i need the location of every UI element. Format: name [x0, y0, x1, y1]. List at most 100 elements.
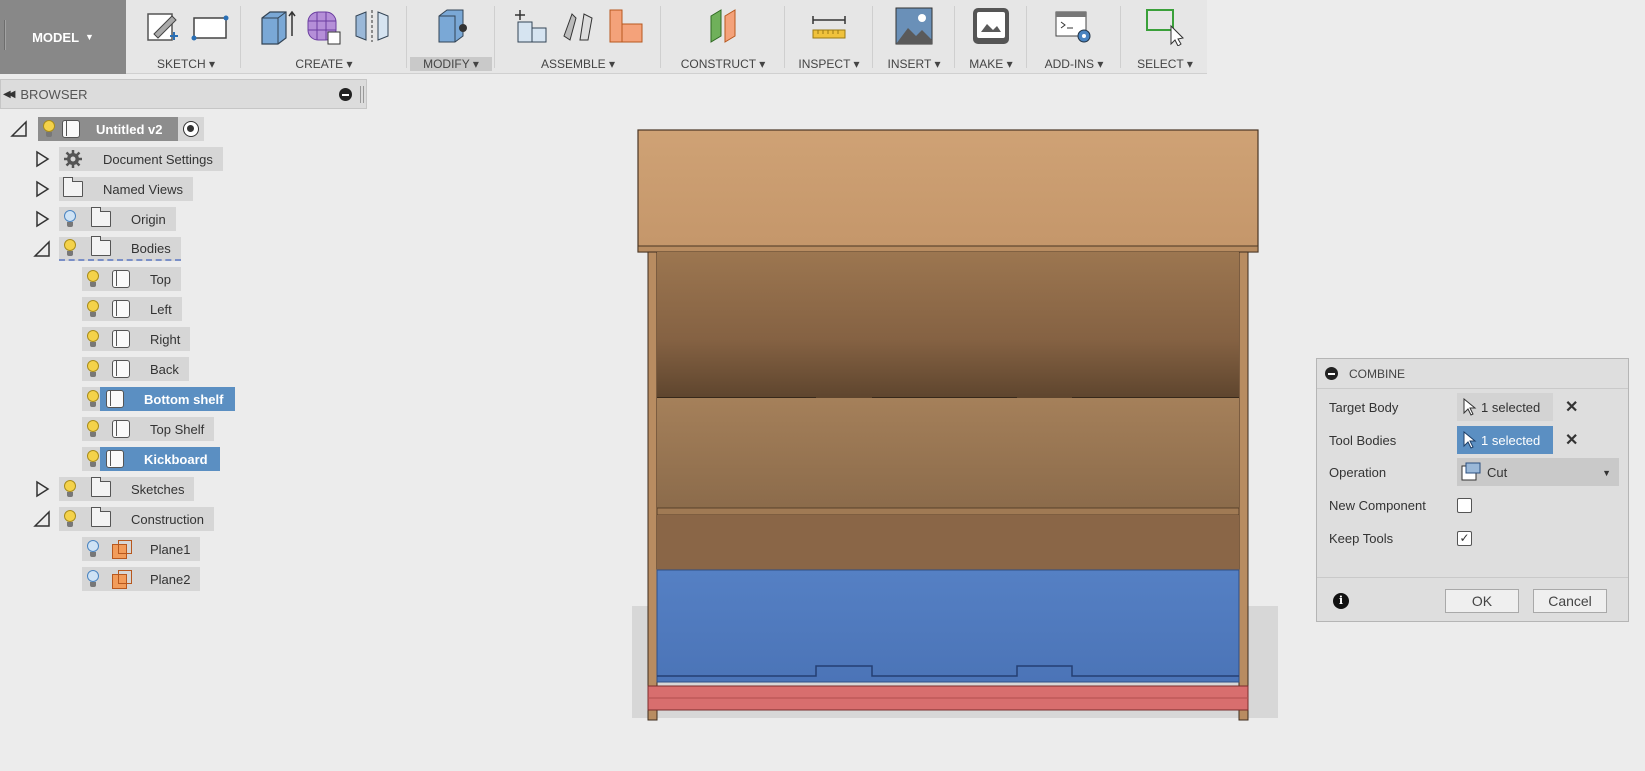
form-icon[interactable] [304, 6, 344, 46]
activate-component-icon[interactable] [183, 121, 200, 137]
visibility-bulb-icon[interactable] [63, 210, 77, 228]
3d-print-icon[interactable] [971, 6, 1011, 46]
browser-root-node[interactable]: Untitled v2 [10, 117, 205, 141]
collapsed-triangle-icon[interactable] [33, 210, 51, 228]
body-top-shelf[interactable] [657, 398, 1239, 514]
browser-item-label: Origin [131, 211, 166, 227]
toolbar-group-construct[interactable]: CONSTRUCT ▾ [664, 0, 782, 74]
keep-tools-row: Keep Tools ✓ [1329, 523, 1619, 553]
new-component-label: New Component [1329, 497, 1426, 513]
minimize-icon[interactable] [339, 88, 352, 101]
toolbar-group-insert[interactable]: INSERT ▾ [876, 0, 952, 74]
ok-button[interactable]: OK [1445, 589, 1519, 613]
visibility-bulb-icon[interactable] [42, 120, 56, 138]
browser-plane-1[interactable]: Plane1 [82, 537, 201, 561]
cancel-button[interactable]: Cancel [1533, 589, 1607, 613]
toolbar-group-assemble[interactable]: ASSEMBLE ▾ [498, 0, 658, 74]
tool-bodies-selector[interactable]: 1 selected [1457, 426, 1553, 454]
new-component-checkbox[interactable] [1457, 497, 1472, 513]
insert-image-icon[interactable] [894, 6, 934, 46]
expanded-triangle-icon[interactable] [33, 240, 51, 258]
panel-resize-handle[interactable] [360, 86, 364, 103]
browser-item-origin[interactable]: Origin [33, 207, 176, 231]
collapsed-triangle-icon[interactable] [33, 180, 51, 198]
toolbar-group-select[interactable]: SELECT ▾ [1124, 0, 1206, 74]
caret-icon: ▾ [759, 57, 766, 71]
create-sketch-icon[interactable] [142, 6, 182, 46]
top-shelf-edge [656, 507, 1240, 516]
visibility-bulb-icon[interactable] [86, 300, 100, 318]
visibility-bulb-icon[interactable] [86, 360, 100, 378]
toolbar-group-modify[interactable]: MODIFY ▾ [410, 0, 492, 74]
clear-tools-icon[interactable]: ✕ [1565, 430, 1578, 450]
workspace-switcher[interactable]: MODEL ▼ [0, 0, 126, 74]
body-left[interactable] [647, 251, 658, 721]
clear-target-icon[interactable]: ✕ [1565, 397, 1578, 417]
press-pull-icon[interactable] [431, 6, 471, 46]
keep-tools-checkbox[interactable]: ✓ [1457, 530, 1472, 546]
browser-body-right[interactable]: Right [82, 327, 191, 351]
new-component-icon[interactable] [510, 6, 550, 46]
toolbar-group-sketch[interactable]: SKETCH ▾ [132, 0, 240, 74]
body-back[interactable] [657, 252, 1239, 398]
visibility-bulb-icon[interactable] [86, 330, 100, 348]
collapse-panel-icon[interactable]: ◀◀ [3, 89, 16, 100]
toolbar-group-add-ins[interactable]: ADD-INS ▾ [1030, 0, 1118, 74]
mirror-icon[interactable] [352, 6, 392, 46]
browser-item-named-views[interactable]: Named Views [33, 177, 193, 201]
operation-dropdown[interactable]: Cut ▼ [1457, 458, 1619, 486]
body-bottom-shelf[interactable] [656, 569, 1240, 683]
body-right[interactable] [1238, 251, 1249, 721]
offset-plane-icon[interactable] [703, 6, 743, 46]
minimize-icon[interactable] [1325, 367, 1338, 380]
body-top[interactable] [637, 129, 1259, 253]
as-built-joint-icon[interactable] [606, 6, 646, 46]
dialog-footer: i OK Cancel [1317, 577, 1628, 622]
visibility-bulb-icon[interactable] [86, 390, 100, 408]
model-viewport[interactable]: g [630, 128, 1280, 728]
info-icon[interactable]: i [1333, 593, 1349, 609]
browser-body-left[interactable]: Left [82, 297, 182, 321]
collapsed-triangle-icon[interactable] [33, 150, 51, 168]
browser-body-bottom-shelf[interactable]: Bottom shelf [82, 387, 236, 411]
browser-body-top[interactable]: Top [82, 267, 181, 291]
toolbar-group-inspect[interactable]: INSPECT ▾ [788, 0, 870, 74]
measure-icon[interactable] [809, 6, 849, 46]
expanded-triangle-icon[interactable] [10, 120, 28, 138]
scripts-addins-icon[interactable] [1054, 6, 1094, 46]
collapsed-triangle-icon[interactable] [33, 480, 51, 498]
visibility-bulb-icon[interactable] [63, 239, 77, 257]
body-top-edge [637, 245, 1259, 253]
visibility-bulb-icon[interactable] [86, 450, 100, 468]
caret-icon: ▾ [346, 57, 353, 71]
visibility-bulb-icon[interactable] [63, 510, 77, 528]
visibility-bulb-icon[interactable] [63, 480, 77, 498]
browser-item-label: Bottom shelf [144, 391, 224, 407]
body-icon [112, 270, 130, 288]
target-body-selector[interactable]: 1 selected [1457, 393, 1553, 421]
expanded-triangle-icon[interactable] [33, 510, 51, 528]
browser-plane-2[interactable]: Plane2 [82, 567, 201, 591]
visibility-bulb-icon[interactable] [86, 540, 100, 558]
browser-item-document-settings[interactable]: Document Settings [33, 147, 223, 171]
browser-item-label: Construction [131, 511, 204, 527]
toolbar-grip[interactable] [4, 20, 6, 50]
visibility-bulb-icon[interactable] [86, 270, 100, 288]
browser-item-bodies[interactable]: Bodies [33, 236, 181, 261]
joint-icon[interactable] [558, 6, 598, 46]
extrude-icon[interactable] [256, 6, 296, 46]
toolbar-group-make[interactable]: MAKE ▾ [958, 0, 1024, 74]
dialog-header[interactable]: COMBINE [1317, 359, 1628, 389]
browser-item-construction[interactable]: Construction [33, 507, 214, 531]
visibility-bulb-icon[interactable] [86, 420, 100, 438]
browser-item-label: Plane1 [150, 541, 191, 557]
visibility-bulb-icon[interactable] [86, 570, 100, 588]
rectangle-icon[interactable] [190, 6, 230, 46]
toolbar-group-create[interactable]: CREATE ▾ [244, 0, 404, 74]
toolbar-divider [954, 6, 955, 68]
browser-body-top-shelf[interactable]: Top Shelf [82, 417, 215, 441]
browser-body-back[interactable]: Back [82, 357, 189, 381]
browser-body-kickboard[interactable]: Kickboard [82, 447, 220, 471]
browser-item-sketches[interactable]: Sketches [33, 477, 195, 501]
window-select-icon[interactable] [1145, 6, 1185, 46]
